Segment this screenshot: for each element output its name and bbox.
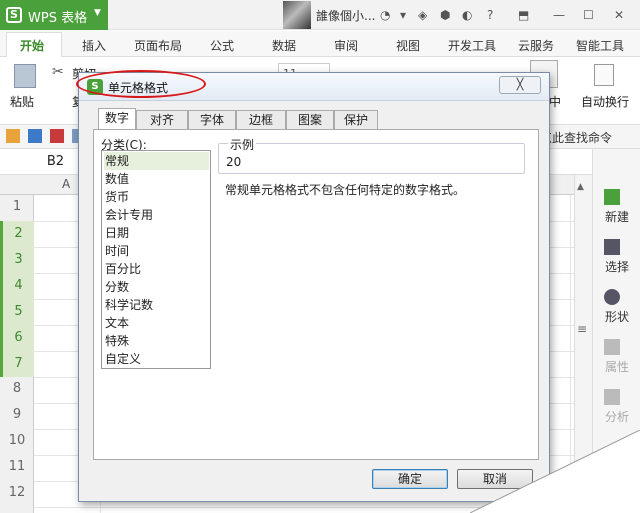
- scissors-icon[interactable]: ✂: [52, 64, 64, 80]
- tab-number[interactable]: 数字: [98, 108, 136, 130]
- ok-button[interactable]: 确定: [372, 469, 448, 489]
- app-menu-button[interactable]: S WPS 表格 ▼: [0, 0, 108, 30]
- skin-icon[interactable]: ◈: [418, 8, 427, 22]
- share-icon[interactable]: ◐: [462, 8, 472, 22]
- category-item-text[interactable]: 文本: [104, 314, 209, 332]
- app-title: WPS 表格: [28, 11, 88, 26]
- format-description: 常规单元格格式不包含任何特定的数字格式。: [225, 183, 466, 197]
- paste-button[interactable]: 粘贴: [10, 93, 34, 110]
- close-window-icon[interactable]: ✕: [614, 8, 624, 22]
- tab-view[interactable]: 视图: [396, 37, 420, 54]
- scroll-up-icon[interactable]: ▲: [577, 182, 584, 192]
- avatar[interactable]: [283, 1, 311, 29]
- settings-icon[interactable]: ⬢: [440, 8, 450, 22]
- tab-alignment[interactable]: 对齐: [136, 110, 188, 129]
- dialog-close-button[interactable]: ╳: [499, 76, 541, 94]
- paste-icon[interactable]: [14, 64, 36, 88]
- category-item-special[interactable]: 特殊: [104, 332, 209, 350]
- user-name[interactable]: 誰像個小...: [316, 7, 375, 24]
- category-item-scientific[interactable]: 科学记数: [104, 296, 209, 314]
- row-number[interactable]: 10: [0, 433, 34, 448]
- task-pane-select[interactable]: 选择: [597, 258, 637, 275]
- properties-icon: [604, 339, 620, 355]
- category-item-date[interactable]: 日期: [104, 224, 209, 242]
- chevron-down-icon[interactable]: ▾: [400, 8, 406, 22]
- category-item-general[interactable]: 常规: [104, 152, 209, 170]
- category-item-number[interactable]: 数值: [104, 170, 209, 188]
- row-number[interactable]: 5: [0, 299, 34, 325]
- row-number[interactable]: 4: [0, 273, 34, 299]
- column-header-a[interactable]: A: [62, 177, 70, 191]
- task-pane-shape[interactable]: 形状: [597, 308, 637, 325]
- sample-label: 示例: [228, 136, 257, 153]
- chevron-down-icon: ▼: [94, 8, 101, 18]
- category-item-fraction[interactable]: 分数: [104, 278, 209, 296]
- row-number[interactable]: 3: [0, 247, 34, 273]
- category-item-currency[interactable]: 货币: [104, 188, 209, 206]
- category-item-time[interactable]: 时间: [104, 242, 209, 260]
- row-number[interactable]: 6: [0, 325, 34, 351]
- tab-font[interactable]: 字体: [188, 110, 236, 129]
- sample-value: 20: [226, 155, 242, 169]
- merge-center-button[interactable]: 中: [549, 93, 561, 110]
- tab-data[interactable]: 数据: [272, 37, 296, 54]
- tab-formulas[interactable]: 公式: [210, 37, 234, 54]
- tab-review[interactable]: 审阅: [334, 37, 358, 54]
- sample-group: [218, 143, 525, 174]
- tab-insert[interactable]: 插入: [82, 37, 106, 54]
- wrap-text-button[interactable]: 自动换行: [581, 93, 629, 110]
- highlight-oval: [76, 70, 206, 98]
- category-item-accounting[interactable]: 会计专用: [104, 206, 209, 224]
- category-item-custom[interactable]: 自定义: [104, 350, 209, 368]
- row-number[interactable]: 8: [0, 381, 34, 396]
- shape-icon[interactable]: [604, 289, 620, 305]
- task-pane-analysis: 分析: [604, 410, 629, 424]
- restore-ribbon-icon[interactable]: ⬒: [518, 8, 529, 22]
- tab-smart-tools[interactable]: 智能工具: [576, 37, 624, 54]
- row-number[interactable]: 2: [0, 221, 34, 247]
- maximize-icon[interactable]: ☐: [583, 8, 594, 22]
- select-icon[interactable]: [604, 239, 620, 255]
- help-icon[interactable]: ?: [487, 8, 493, 22]
- new-doc-icon[interactable]: [604, 189, 620, 205]
- user-badge-icon[interactable]: ◔: [380, 8, 390, 22]
- tab-page-layout[interactable]: 页面布局: [134, 37, 182, 54]
- tab-cloud[interactable]: 云服务: [518, 37, 554, 54]
- tab-pattern[interactable]: 图案: [286, 110, 334, 129]
- export-pdf-icon[interactable]: [50, 129, 64, 143]
- row-number[interactable]: 7: [0, 351, 34, 377]
- tab-border[interactable]: 边框: [236, 110, 286, 129]
- open-folder-icon[interactable]: [6, 129, 20, 143]
- tab-developer[interactable]: 开发工具: [448, 37, 496, 54]
- row-number[interactable]: 11: [0, 459, 34, 474]
- analysis-icon: [604, 389, 620, 405]
- page-curl-decoration: [470, 430, 640, 513]
- tab-protection[interactable]: 保护: [334, 110, 378, 129]
- row-number[interactable]: 1: [0, 199, 34, 214]
- category-item-percentage[interactable]: 百分比: [104, 260, 209, 278]
- tab-home[interactable]: 开始: [20, 37, 44, 54]
- task-pane-properties: 属性: [604, 360, 629, 374]
- row-number[interactable]: 12: [0, 485, 34, 500]
- save-icon[interactable]: [28, 129, 42, 143]
- minimize-icon[interactable]: —: [553, 8, 565, 22]
- wrap-text-icon[interactable]: [594, 64, 614, 86]
- task-pane-new[interactable]: 新建: [597, 208, 637, 225]
- find-command-link[interactable]: 点此查找命令: [540, 129, 612, 146]
- wps-logo-icon: S: [6, 7, 22, 23]
- row-number[interactable]: 9: [0, 407, 34, 422]
- scroll-thumb[interactable]: ≡: [577, 322, 587, 336]
